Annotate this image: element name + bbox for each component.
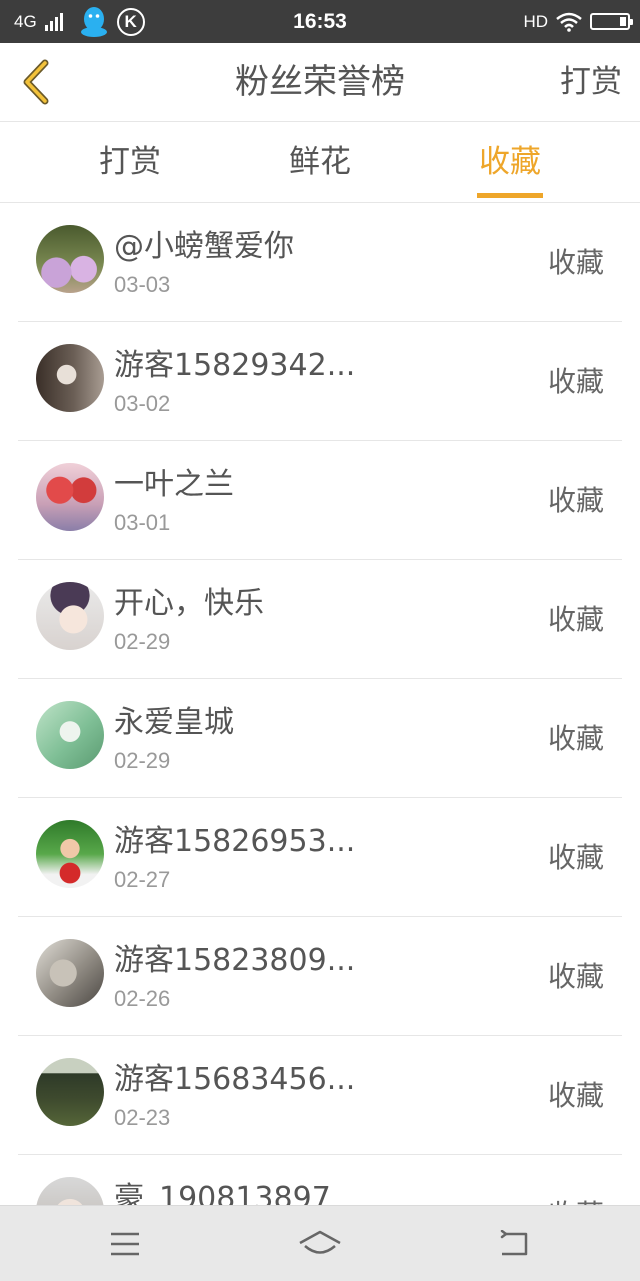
fan-name: 永爱皇城 bbox=[114, 705, 234, 740]
fan-name: 游客15683456... bbox=[114, 1062, 356, 1097]
battery-icon bbox=[590, 13, 633, 30]
fan-date: 02-29 bbox=[114, 629, 171, 654]
menu-button[interactable] bbox=[80, 1206, 170, 1281]
fan-name: 游客15823809... bbox=[114, 943, 356, 978]
avatar bbox=[36, 463, 104, 531]
avatar bbox=[36, 225, 104, 293]
list-item[interactable]: 开心，快乐 02-29 收藏 bbox=[0, 560, 640, 679]
tab-bar: 打赏 鲜花 收藏 bbox=[0, 122, 640, 203]
active-tab-indicator bbox=[477, 193, 543, 198]
fan-date: 03-02 bbox=[114, 391, 171, 416]
home-icon bbox=[299, 1230, 341, 1254]
favorite-label: 收藏 bbox=[547, 841, 604, 874]
network-type: 4G bbox=[14, 11, 37, 31]
favorite-label: 收藏 bbox=[547, 365, 604, 398]
back-button[interactable] bbox=[14, 57, 58, 107]
tab-label: 收藏 bbox=[479, 144, 541, 180]
back-nav-button[interactable] bbox=[470, 1206, 560, 1281]
qq-penguin-icon bbox=[80, 6, 107, 37]
list-item[interactable]: 游客15823809... 02-26 收藏 bbox=[0, 917, 640, 1036]
tab-label: 打赏 bbox=[99, 144, 161, 180]
avatar bbox=[36, 1177, 104, 1205]
avatar bbox=[36, 701, 104, 769]
fan-date: 02-26 bbox=[114, 986, 171, 1011]
status-bar: 4G K 16:53 HD bbox=[0, 0, 640, 43]
header: 粉丝荣誉榜 打赏 bbox=[0, 43, 640, 122]
tab-flowers[interactable]: 鲜花 bbox=[250, 122, 390, 202]
favorite-label: 收藏 bbox=[547, 1079, 604, 1112]
favorite-label: 收藏 bbox=[547, 603, 604, 636]
favorite-label: 收藏 bbox=[547, 960, 604, 993]
avatar bbox=[36, 939, 104, 1007]
fan-date: 03-03 bbox=[114, 272, 171, 297]
tab-favorites[interactable]: 收藏 bbox=[440, 122, 580, 202]
fan-name: 游客15826953... bbox=[114, 824, 356, 859]
fan-name: 豪_190813897 bbox=[114, 1181, 331, 1205]
favorite-label: 收藏 bbox=[547, 246, 604, 279]
home-button[interactable] bbox=[275, 1206, 365, 1281]
list-item[interactable]: @小螃蟹爱你 03-03 收藏 bbox=[0, 203, 640, 322]
fan-name: @小螃蟹爱你 bbox=[114, 229, 294, 264]
hd-indicator: HD bbox=[523, 11, 548, 31]
list-item[interactable]: 豪_190813897 收藏 bbox=[0, 1155, 640, 1205]
avatar bbox=[36, 820, 104, 888]
avatar bbox=[36, 582, 104, 650]
list-item[interactable]: 游客15826953... 02-27 收藏 bbox=[0, 798, 640, 917]
signal-icon bbox=[44, 12, 63, 31]
fan-date: 02-27 bbox=[114, 867, 171, 892]
avatar bbox=[36, 1058, 104, 1126]
avatar bbox=[36, 344, 104, 412]
tab-reward[interactable]: 打赏 bbox=[60, 122, 200, 202]
fan-name: 开心，快乐 bbox=[114, 586, 264, 621]
k-app-icon: K bbox=[116, 7, 145, 36]
tab-label: 鲜花 bbox=[289, 144, 351, 180]
fan-date: 02-29 bbox=[114, 748, 171, 773]
back-icon bbox=[500, 1229, 528, 1255]
reward-button[interactable]: 打赏 bbox=[560, 43, 622, 121]
fan-date: 03-01 bbox=[114, 510, 171, 535]
system-nav-bar bbox=[0, 1205, 640, 1281]
favorite-label: 收藏 bbox=[547, 484, 604, 517]
favorite-label: 收藏 bbox=[547, 722, 604, 755]
fan-date: 02-23 bbox=[114, 1105, 171, 1130]
list-item[interactable]: 游客15683456... 02-23 收藏 bbox=[0, 1036, 640, 1155]
chevron-left-icon bbox=[23, 59, 49, 105]
list-item[interactable]: 永爱皇城 02-29 收藏 bbox=[0, 679, 640, 798]
fan-list[interactable]: @小螃蟹爱你 03-03 收藏 游客15829342... 03-02 收藏 一… bbox=[0, 203, 640, 1205]
fan-name: 游客15829342... bbox=[114, 348, 356, 383]
list-item[interactable]: 一叶之兰 03-01 收藏 bbox=[0, 441, 640, 560]
wifi-icon bbox=[556, 12, 582, 32]
list-item[interactable]: 游客15829342... 03-02 收藏 bbox=[0, 322, 640, 441]
fan-name: 一叶之兰 bbox=[114, 467, 234, 502]
menu-icon bbox=[111, 1232, 139, 1255]
page-title: 粉丝荣誉榜 bbox=[235, 62, 405, 102]
favorite-label: 收藏 bbox=[548, 1155, 604, 1205]
